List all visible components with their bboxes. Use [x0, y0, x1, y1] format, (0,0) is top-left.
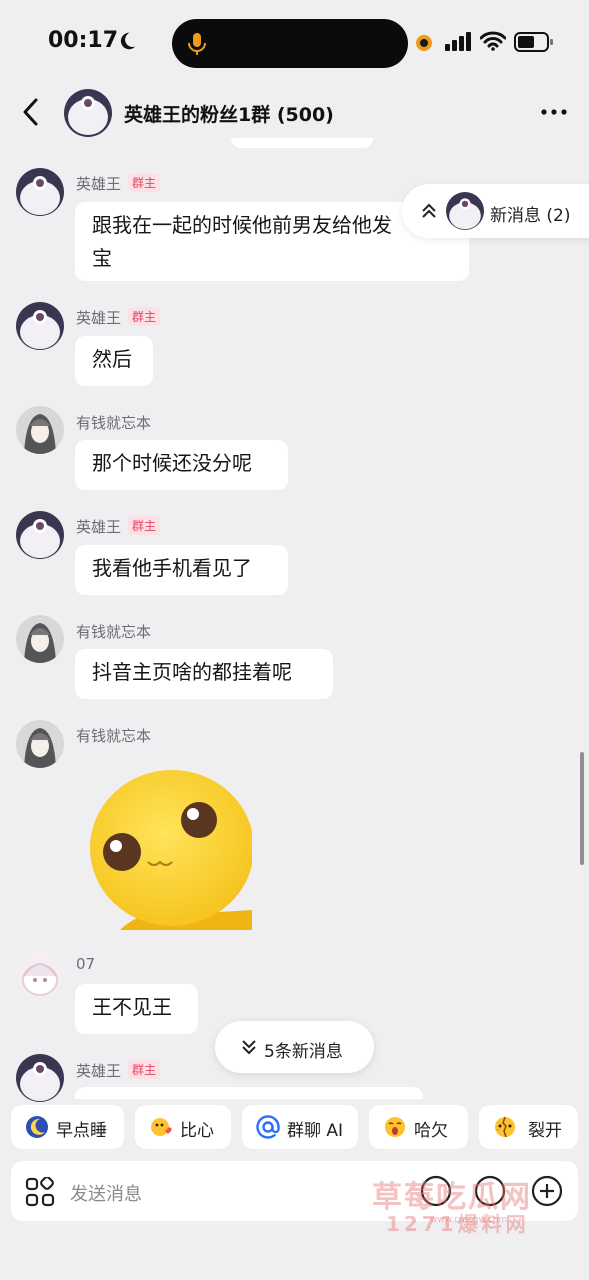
message-input[interactable]: 发送消息: [70, 1180, 142, 1206]
back-arrow-icon[interactable]: [20, 96, 44, 128]
at-icon: [256, 1115, 280, 1139]
unread-messages-label[interactable]: 5条新消息: [264, 1037, 343, 1062]
more-options-icon[interactable]: [540, 101, 568, 123]
yellow-creature-sticker[interactable]: [80, 760, 252, 930]
quick-reply-group-ai[interactable]: 群聊 AI: [242, 1105, 358, 1149]
quick-reply-early-sleep[interactable]: 早点睡: [11, 1105, 124, 1149]
avatar[interactable]: [16, 950, 64, 998]
status-time: 00:17: [48, 28, 119, 53]
clipped-bubble: [231, 138, 373, 148]
group-avatar[interactable]: [64, 89, 112, 137]
moon-emoji-icon: [26, 1116, 48, 1138]
sender-name: 英雄王: [76, 518, 122, 536]
sender-name: 有钱就忘本: [76, 727, 152, 745]
avatar[interactable]: [16, 406, 64, 454]
avatar[interactable]: [16, 302, 64, 350]
quick-reply-label: 早点睡: [56, 1121, 107, 1141]
message-bubble[interactable]: 王不见王: [75, 984, 198, 1034]
double-chevron-down-icon: [242, 1040, 256, 1055]
moon-icon: [120, 32, 136, 50]
watermark-url: www.cmcgw.com: [430, 1215, 508, 1225]
wifi-icon: [480, 31, 506, 51]
avatar[interactable]: [16, 720, 64, 768]
message-bubble[interactable]: 然后: [75, 336, 153, 386]
apps-grid-icon[interactable]: [25, 1177, 55, 1207]
recording-indicator-icon: [416, 35, 432, 51]
add-icon[interactable]: [531, 1175, 563, 1207]
message-bubble[interactable]: 抖音主页啥的都挂着呢: [75, 649, 333, 699]
message-bubble[interactable]: 那个时候还没分呢: [75, 440, 288, 490]
avatar[interactable]: [16, 615, 64, 663]
cellular-signal-icon: [445, 32, 471, 51]
sender-name: 英雄王: [76, 175, 122, 193]
microphone-icon: [188, 33, 206, 55]
avatar[interactable]: [16, 511, 64, 559]
quick-reply-label: 裂开: [528, 1121, 562, 1141]
cracked-emoji-icon: [495, 1116, 515, 1138]
message-text: 跟我在一起的时候他前男友给他发: [92, 213, 392, 237]
quick-reply-label: 哈欠: [414, 1121, 448, 1141]
quick-reply-cracked[interactable]: 裂开: [479, 1105, 578, 1149]
scroll-indicator[interactable]: [580, 752, 584, 865]
new-message-avatar: [446, 192, 484, 230]
sender-name: 英雄王: [76, 309, 122, 327]
battery-icon: [514, 32, 553, 52]
owner-badge: 群主: [128, 516, 161, 535]
sender-name: 英雄王: [76, 1062, 122, 1080]
message-text-line2: 宝: [92, 246, 112, 270]
new-messages-label[interactable]: 新消息 (2): [490, 201, 570, 226]
owner-badge: 群主: [128, 173, 161, 192]
quick-reply-label: 比心: [180, 1121, 214, 1141]
yawn-emoji-icon: [385, 1117, 405, 1137]
quick-reply-label: 群聊 AI: [287, 1121, 344, 1141]
page-title: 英雄王的粉丝1群 (500): [124, 104, 334, 126]
message-bubble-partial[interactable]: [75, 1087, 423, 1099]
sender-name: 07: [76, 955, 96, 973]
double-chevron-up-icon: [422, 203, 436, 218]
dynamic-island: [172, 19, 408, 68]
sender-name: 有钱就忘本: [76, 623, 152, 641]
owner-badge: 群主: [128, 307, 161, 326]
chick-heart-emoji-icon: [151, 1118, 172, 1136]
quick-reply-heart[interactable]: 比心: [135, 1105, 231, 1149]
message-bubble[interactable]: 我看他手机看见了: [75, 545, 288, 595]
avatar[interactable]: [16, 168, 64, 216]
sender-name: 有钱就忘本: [76, 414, 152, 432]
avatar[interactable]: [16, 1054, 64, 1102]
owner-badge: 群主: [128, 1060, 161, 1079]
quick-reply-yawn[interactable]: 哈欠: [369, 1105, 468, 1149]
